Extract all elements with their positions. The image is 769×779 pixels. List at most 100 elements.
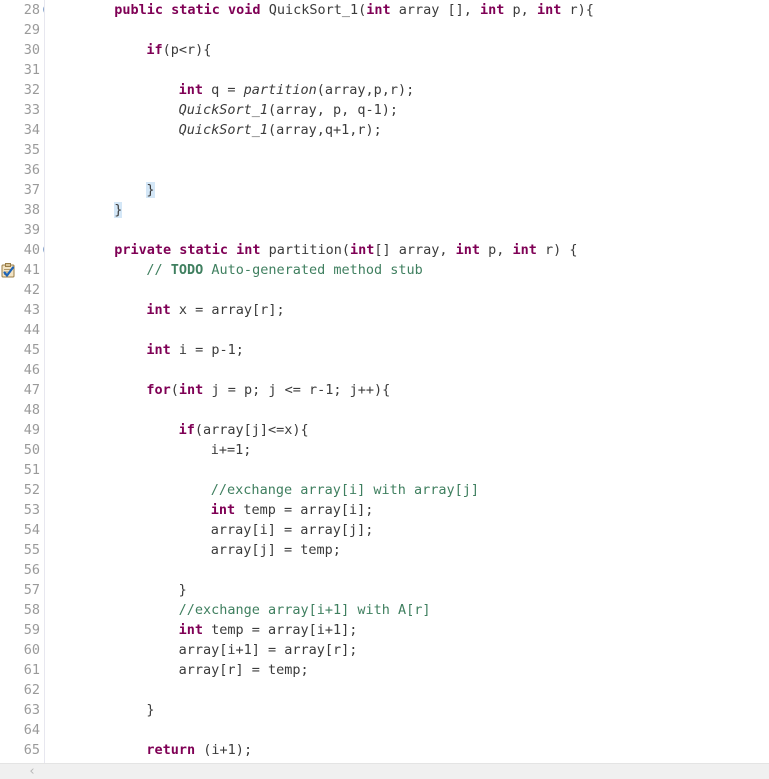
gutter-line[interactable]: 57 — [0, 580, 44, 600]
fold-collapse-icon[interactable] — [43, 4, 44, 15]
gutter-line[interactable]: 54 — [0, 520, 44, 540]
code-token: QuickSort_1 — [178, 102, 268, 118]
gutter-line[interactable]: 47 — [0, 380, 44, 400]
gutter-line[interactable]: 46 — [0, 360, 44, 380]
gutter-line[interactable]: 59 — [0, 620, 44, 640]
code-line[interactable] — [46, 160, 769, 180]
gutter-line[interactable]: 34 — [0, 120, 44, 140]
code-line[interactable] — [46, 60, 769, 80]
gutter-line[interactable]: 38 — [0, 200, 44, 220]
scroll-left-arrow-icon[interactable]: ‹ — [24, 764, 40, 779]
gutter-line[interactable]: 33 — [0, 100, 44, 120]
gutter-line[interactable]: 61 — [0, 660, 44, 680]
code-line[interactable]: if(p<r){ — [46, 40, 769, 60]
code-token: static — [179, 242, 229, 258]
code-line[interactable]: //exchange array[i] with array[j] — [46, 480, 769, 500]
gutter-line[interactable]: 39 — [0, 220, 44, 240]
gutter-line[interactable]: 62 — [0, 680, 44, 700]
code-line[interactable] — [46, 680, 769, 700]
line-number: 28 — [23, 2, 40, 18]
code-line[interactable]: if(array[j]<=x){ — [46, 420, 769, 440]
gutter-line[interactable]: 63 — [0, 700, 44, 720]
code-line[interactable]: private static int partition(int[] array… — [46, 240, 769, 260]
code-line[interactable] — [46, 20, 769, 40]
gutter-line[interactable]: 65 — [0, 740, 44, 760]
line-number: 29 — [23, 22, 40, 38]
code-line[interactable]: } — [46, 180, 769, 200]
code-line[interactable]: QuickSort_1(array, p, q-1); — [46, 100, 769, 120]
code-line[interactable]: int temp = array[i]; — [46, 500, 769, 520]
code-line[interactable]: //exchange array[i+1] with A[r] — [46, 600, 769, 620]
todo-task-marker-icon[interactable] — [1, 263, 15, 278]
code-line[interactable]: } — [46, 580, 769, 600]
code-line[interactable] — [46, 400, 769, 420]
gutter-line[interactable]: 50 — [0, 440, 44, 460]
code-line[interactable]: i+=1; — [46, 440, 769, 460]
code-line[interactable] — [46, 560, 769, 580]
code-line[interactable] — [46, 220, 769, 240]
gutter-line[interactable]: 32 — [0, 80, 44, 100]
gutter-line[interactable]: 41 — [0, 260, 44, 280]
line-number: 51 — [23, 462, 40, 478]
gutter-line[interactable]: 36 — [0, 160, 44, 180]
gutter-line[interactable]: 31 — [0, 60, 44, 80]
code-line[interactable]: array[j] = temp; — [46, 540, 769, 560]
code-line[interactable]: return (i+1); — [46, 740, 769, 760]
gutter-line[interactable]: 56 — [0, 560, 44, 580]
code-token: // — [146, 262, 171, 278]
code-line[interactable]: array[i] = array[j]; — [46, 520, 769, 540]
code-token: if — [146, 42, 163, 58]
code-line[interactable] — [46, 720, 769, 740]
line-number: 49 — [23, 422, 40, 438]
code-line[interactable] — [46, 280, 769, 300]
gutter-line[interactable]: 58 — [0, 600, 44, 620]
gutter-line[interactable]: 40 — [0, 240, 44, 260]
gutter-line[interactable]: 35 — [0, 140, 44, 160]
code-line[interactable]: array[i+1] = array[r]; — [46, 640, 769, 660]
code-line[interactable]: int x = array[r]; — [46, 300, 769, 320]
code-line[interactable]: } — [46, 700, 769, 720]
gutter-line[interactable]: 53 — [0, 500, 44, 520]
gutter-line[interactable]: 28 — [0, 0, 44, 20]
fold-collapse-icon[interactable] — [43, 244, 44, 255]
code-line[interactable] — [46, 320, 769, 340]
gutter-line[interactable]: 37 — [0, 180, 44, 200]
gutter-line[interactable]: 48 — [0, 400, 44, 420]
gutter-line[interactable]: 29 — [0, 20, 44, 40]
code-token: (array[j]<=x){ — [194, 422, 309, 438]
line-number: 61 — [23, 662, 40, 678]
line-number: 58 — [23, 602, 40, 618]
code-line[interactable]: } — [46, 200, 769, 220]
gutter-line[interactable]: 49 — [0, 420, 44, 440]
horizontal-scrollbar[interactable]: ‹ — [0, 763, 769, 779]
code-line[interactable]: int temp = array[i+1]; — [46, 620, 769, 640]
gutter-line[interactable]: 43 — [0, 300, 44, 320]
gutter-line[interactable]: 42 — [0, 280, 44, 300]
code-line[interactable]: int i = p-1; — [46, 340, 769, 360]
line-number-gutter[interactable]: 28 29 30 31 32 33 34 35 36 37 38 39 40 41 42 43 44 45 46 47… — [0, 0, 45, 763]
code-editor[interactable]: 28 29 30 31 32 33 34 35 36 37 38 39 40 41 42 43 44 45 46 47… — [0, 0, 769, 779]
gutter-line[interactable]: 52 — [0, 480, 44, 500]
code-line[interactable]: QuickSort_1(array,q+1,r); — [46, 120, 769, 140]
gutter-line[interactable]: 55 — [0, 540, 44, 560]
code-line[interactable]: for(int j = p; j <= r-1; j++){ — [46, 380, 769, 400]
code-token: r){ — [561, 2, 594, 18]
gutter-line[interactable]: 64 — [0, 720, 44, 740]
code-token: i = p-1; — [170, 342, 244, 358]
code-line[interactable] — [46, 360, 769, 380]
gutter-line[interactable]: 60 — [0, 640, 44, 660]
gutter-line[interactable]: 51 — [0, 460, 44, 480]
code-line[interactable]: int q = partition(array,p,r); — [46, 80, 769, 100]
gutter-line[interactable]: 45 — [0, 340, 44, 360]
code-line[interactable]: array[r] = temp; — [46, 660, 769, 680]
gutter-line[interactable]: 30 — [0, 40, 44, 60]
code-line[interactable] — [46, 140, 769, 160]
code-token: //exchange array[i] with array[j] — [210, 482, 480, 498]
code-line[interactable] — [46, 460, 769, 480]
gutter-line[interactable]: 44 — [0, 320, 44, 340]
code-text-area[interactable]: public static void QuickSort_1(int array… — [46, 0, 769, 763]
code-token: if — [178, 422, 195, 438]
code-line[interactable]: public static void QuickSort_1(int array… — [46, 0, 769, 20]
code-line[interactable]: // TODO Auto-generated method stub — [46, 260, 769, 280]
